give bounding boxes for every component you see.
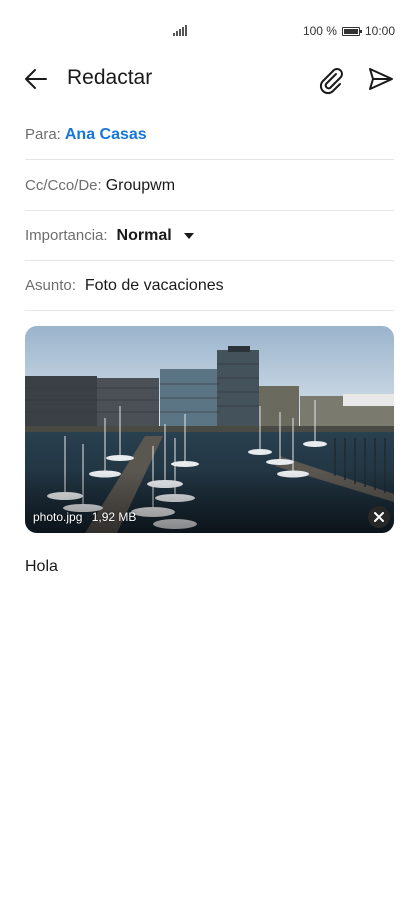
app-bar: Redactar (0, 56, 419, 102)
cc-value[interactable]: Groupwm (106, 177, 175, 195)
page-title: Redactar (67, 66, 153, 89)
attachment-filename: photo.jpg (33, 510, 83, 524)
clock: 10:00 (364, 24, 395, 38)
message-body[interactable]: Hola (25, 558, 58, 576)
remove-icon[interactable] (368, 506, 390, 528)
cc-label: Cc/Cco/De: (25, 177, 102, 194)
subject-input[interactable]: Foto de vacaciones (85, 277, 224, 295)
battery-percent: 100 % (302, 24, 337, 38)
importance-value[interactable]: Normal (117, 227, 172, 245)
status-right: 100 % 10:00 (303, 24, 395, 38)
to-label: Para: (25, 126, 61, 143)
importance-field[interactable]: Importancia: Normal (25, 211, 394, 261)
subject-label: Asunto: (25, 277, 76, 294)
status-bar: 100 % 10:00 (0, 0, 419, 60)
subject-field[interactable]: Asunto: Foto de vacaciones (25, 261, 394, 311)
to-field[interactable]: Para: Ana Casas (25, 110, 394, 160)
cc-field[interactable]: Cc/Cco/De: Groupwm (25, 161, 394, 211)
paperclip-icon[interactable] (316, 65, 346, 95)
importance-label: Importancia: (25, 227, 108, 244)
image-attachment[interactable]: photo.jpg 1,92 MB (25, 326, 394, 533)
attachment-caption: photo.jpg 1,92 MB (33, 510, 136, 524)
back-arrow-icon[interactable] (22, 65, 50, 93)
to-recipient[interactable]: Ana Casas (65, 126, 147, 144)
battery-icon (341, 26, 362, 36)
signal-icon (173, 25, 187, 36)
harbor-photo (25, 326, 394, 533)
dropdown-arrow-icon[interactable] (183, 232, 194, 239)
send-icon[interactable] (367, 65, 395, 93)
attachment-size: 1,92 MB (91, 510, 137, 524)
